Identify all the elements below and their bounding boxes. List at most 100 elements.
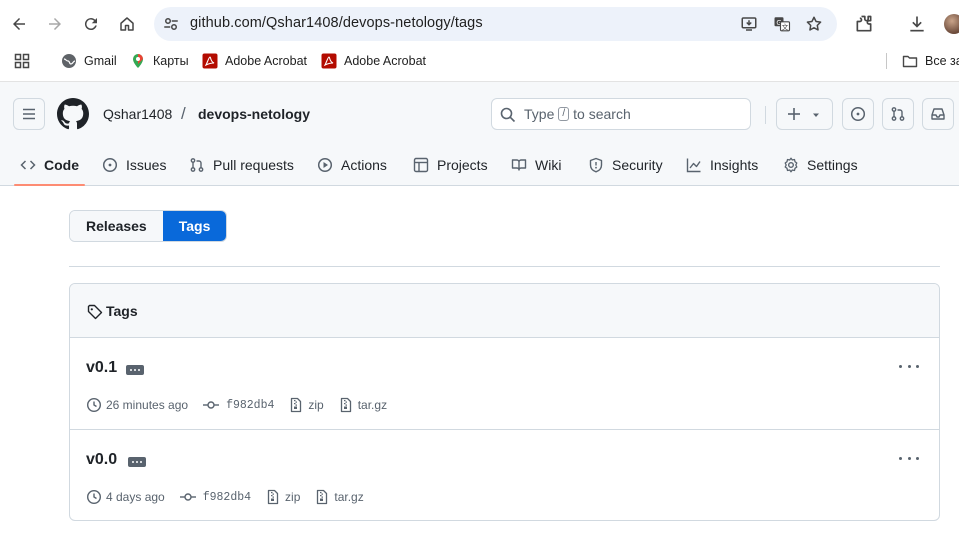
play-icon: [317, 157, 333, 173]
tab-wiki[interactable]: Wiki: [511, 144, 561, 186]
tab-insights[interactable]: Insights: [686, 144, 758, 186]
download-targz-link[interactable]: tar.gz: [358, 398, 387, 412]
search-placeholder: Type / to search: [524, 106, 631, 122]
issue-icon: [102, 157, 118, 173]
apps-grid-button[interactable]: [14, 51, 37, 71]
file-zip-icon: [314, 489, 330, 505]
tag-name-link[interactable]: v0.1: [86, 359, 117, 377]
tab-security[interactable]: Security: [588, 144, 663, 186]
tab-label: Insights: [710, 157, 759, 173]
expand-message-button[interactable]: [128, 457, 146, 467]
reload-button[interactable]: [76, 9, 106, 39]
bookmark-maps[interactable]: Карты: [130, 51, 189, 71]
commit-sha-link[interactable]: f982db4: [226, 399, 274, 412]
tab-code[interactable]: Code: [14, 144, 85, 186]
forward-button[interactable]: [40, 9, 70, 39]
download-zip-link[interactable]: zip: [285, 490, 300, 504]
book-icon: [511, 157, 527, 173]
tag-icon: [87, 304, 103, 320]
arrow-right-icon: [49, 18, 61, 30]
tab-label: Settings: [807, 157, 858, 173]
back-button[interactable]: [4, 9, 34, 39]
profile-avatar[interactable]: [944, 14, 959, 34]
reload-icon: [84, 18, 97, 31]
tab-label: Issues: [126, 157, 167, 173]
tab-actions[interactable]: Actions: [317, 144, 387, 186]
acrobat-icon: [321, 53, 337, 69]
url-text[interactable]: github.com/Qshar1408/devops-netology/tag…: [190, 15, 483, 31]
download-targz-link[interactable]: tar.gz: [334, 490, 363, 504]
download-icon[interactable]: [905, 12, 929, 36]
maps-pin-icon: [130, 53, 146, 69]
repo-name-link[interactable]: devops-netology: [198, 106, 310, 122]
pull-requests-button[interactable]: [882, 98, 914, 130]
repo-header: Qshar1408 / devops-netology Type / to se…: [0, 82, 959, 186]
commit-icon: [202, 397, 220, 413]
install-app-icon[interactable]: [739, 14, 759, 34]
bookmark-gmail[interactable]: Gmail: [61, 51, 117, 71]
tab-label: Actions: [341, 157, 387, 173]
triangle-down-icon: [813, 113, 819, 117]
all-bookmarks-button[interactable]: Все за: [902, 51, 959, 71]
hamburger-icon: [23, 108, 35, 120]
tab-pull-requests[interactable]: Pull requests: [189, 144, 294, 186]
tab-settings[interactable]: Settings: [783, 144, 858, 186]
commit-icon: [179, 489, 197, 505]
list-item: v0.1 26 minutes ago f982db4 zip tar.gz: [70, 338, 939, 429]
tab-projects[interactable]: Projects: [413, 144, 488, 186]
tab-label: Projects: [437, 157, 488, 173]
releases-tags-toggle: Releases Tags: [69, 210, 228, 242]
inbox-button[interactable]: [922, 98, 954, 130]
inbox-icon: [931, 108, 945, 120]
code-icon: [20, 157, 36, 173]
search-suffix: to search: [573, 106, 631, 122]
site-settings-icon[interactable]: [162, 15, 180, 33]
kebab-menu-button[interactable]: [899, 452, 919, 464]
download-zip-link[interactable]: zip: [308, 398, 323, 412]
bookmarks-bar: Gmail Карты Adobe Acrobat Adobe Acrobat …: [0, 48, 959, 74]
menu-button[interactable]: [13, 98, 45, 130]
tag-name-link[interactable]: v0.0: [86, 451, 117, 469]
tag-meta: 26 minutes ago f982db4 zip tar.gz: [86, 396, 401, 414]
plus-icon: [788, 108, 800, 120]
bookmark-acrobat-2[interactable]: Adobe Acrobat: [321, 51, 426, 71]
create-new-button[interactable]: [776, 98, 833, 130]
clock-icon: [86, 397, 102, 413]
expand-message-button[interactable]: [126, 365, 144, 375]
svg-text:文: 文: [782, 22, 789, 31]
tab-issues[interactable]: Issues: [102, 144, 166, 186]
search-icon: [500, 107, 516, 123]
tags-button[interactable]: Tags: [162, 211, 227, 241]
clock-icon: [86, 489, 102, 505]
bookmarks-divider: [886, 53, 887, 69]
bookmark-label: Карты: [153, 54, 189, 68]
bookmark-label: Adobe Acrobat: [225, 54, 308, 68]
tags-list-title: Tags: [106, 303, 138, 319]
address-bar[interactable]: github.com/Qshar1408/devops-netology/tag…: [154, 7, 837, 41]
search-prefix: Type: [524, 106, 555, 122]
acrobat-icon: [202, 53, 218, 69]
content-divider: [69, 266, 940, 267]
globe-icon: [61, 53, 77, 69]
home-button[interactable]: [112, 9, 142, 39]
bookmark-label: Adobe Acrobat: [344, 54, 427, 68]
tab-label: Pull requests: [213, 157, 294, 173]
pull-request-icon: [189, 157, 205, 173]
commit-sha-link[interactable]: f982db4: [203, 491, 251, 504]
repo-tabs: Code Issues Pull requests Actions Projec…: [0, 144, 959, 186]
table-icon: [413, 157, 429, 173]
graph-icon: [686, 157, 702, 173]
search-input[interactable]: Type / to search: [491, 98, 751, 130]
search-shortcut-key: /: [558, 107, 570, 121]
releases-button[interactable]: Releases: [70, 211, 163, 241]
bookmark-acrobat-1[interactable]: Adobe Acrobat: [202, 51, 307, 71]
extensions-icon[interactable]: [852, 12, 876, 36]
git-pull-request-icon: [891, 107, 905, 121]
kebab-menu-button[interactable]: [899, 360, 919, 372]
shield-icon: [588, 157, 604, 173]
github-logo-icon[interactable]: [57, 98, 89, 130]
bookmark-star-icon[interactable]: [804, 14, 824, 34]
issues-button[interactable]: [842, 98, 874, 130]
repo-owner-link[interactable]: Qshar1408: [103, 106, 172, 122]
translate-icon[interactable]: G文: [772, 14, 792, 34]
